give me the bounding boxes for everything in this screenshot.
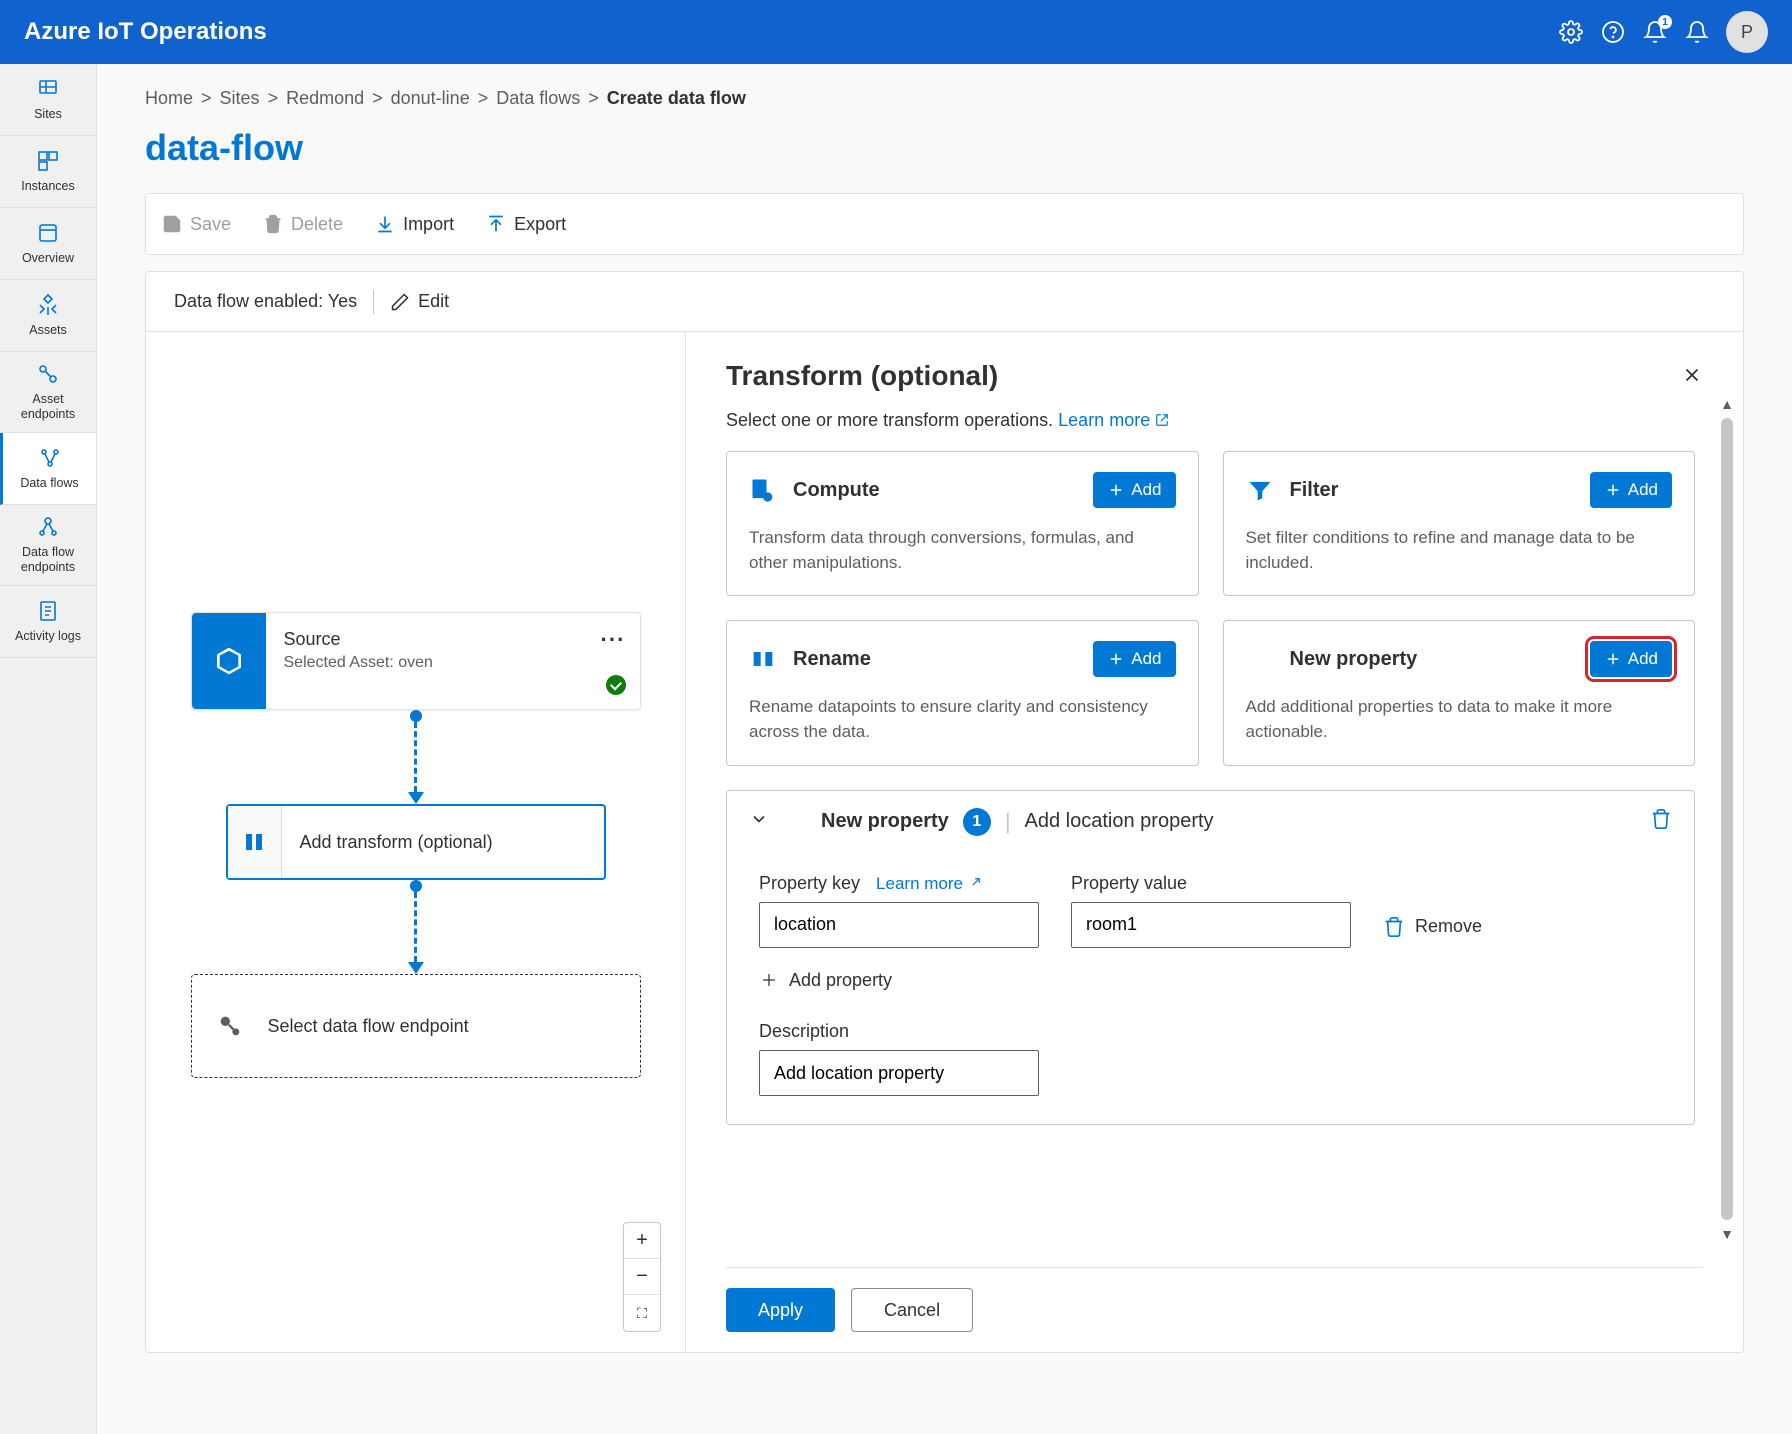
new-property-section: New property 1 | Add location property [726, 790, 1695, 1126]
cube-icon [192, 613, 266, 709]
endpoint-icon [216, 1012, 244, 1040]
scrollbar[interactable]: ▲ ▼ [1717, 396, 1737, 1242]
compute-icon [749, 476, 777, 504]
canvas-card: Data flow enabled: Yes Edit [145, 271, 1744, 1353]
endpoint-node[interactable]: Select data flow endpoint [191, 974, 641, 1078]
breadcrumb-home[interactable]: Home [145, 88, 193, 109]
delete-button: Delete [263, 214, 343, 235]
topbar: Azure IoT Operations 1 P [0, 0, 1792, 64]
zoom-out-button[interactable]: − [624, 1259, 660, 1295]
add-property-button[interactable]: Add property [759, 970, 892, 991]
settings-icon[interactable] [1550, 11, 1592, 53]
compute-card: Compute Add Transform data through conve… [726, 451, 1199, 596]
source-node[interactable]: Source Selected Asset: oven ··· [191, 612, 641, 710]
sidebar-item-activity-logs[interactable]: Activity logs [0, 586, 96, 658]
property-key-input[interactable] [759, 902, 1039, 948]
count-badge: 1 [963, 808, 991, 836]
description-label: Description [759, 1021, 1662, 1042]
transform-icon [228, 806, 282, 878]
connector [191, 880, 641, 974]
property-value-label: Property value [1071, 873, 1187, 894]
canvas-header: Data flow enabled: Yes Edit [146, 272, 1743, 332]
panel-footer: Apply Cancel [726, 1267, 1703, 1332]
breadcrumb-redmond[interactable]: Redmond [286, 88, 364, 109]
sidebar-item-asset-endpoints[interactable]: Asset endpoints [0, 352, 96, 433]
sidebar-item-assets[interactable]: Assets [0, 280, 96, 352]
breadcrumb-sites[interactable]: Sites [220, 88, 260, 109]
property-key-learn-link[interactable]: Learn more [876, 874, 981, 894]
property-value-input[interactable] [1071, 902, 1351, 948]
scroll-up-icon[interactable]: ▲ [1720, 396, 1734, 412]
save-button: Save [162, 214, 231, 235]
sidebar-item-overview[interactable]: Overview [0, 208, 96, 280]
app-title: Azure IoT Operations [24, 18, 267, 46]
main-content: Home> Sites> Redmond> donut-line> Data f… [97, 64, 1792, 1434]
new-property-header[interactable]: New property 1 | Add location property [727, 791, 1694, 853]
rename-icon [749, 645, 777, 673]
flow-canvas[interactable]: Source Selected Asset: oven ··· [146, 332, 686, 1352]
description-input[interactable] [759, 1050, 1039, 1096]
learn-more-link[interactable]: Learn more [1058, 410, 1169, 430]
export-button[interactable]: Export [486, 214, 566, 235]
rename-card: Rename Add Rename datapoints to ensure c… [726, 620, 1199, 765]
panel-description: Select one or more transform operations.… [726, 410, 1703, 431]
breadcrumb-data-flows[interactable]: Data flows [496, 88, 580, 109]
rename-add-button[interactable]: Add [1093, 641, 1175, 677]
new-property-card: New property Add Add additional properti… [1223, 620, 1696, 765]
page-title: data-flow [145, 127, 1744, 169]
filter-icon [1246, 476, 1274, 504]
sidebar-item-data-flow-endpoints[interactable]: Data flow endpoints [0, 505, 96, 586]
fit-button[interactable]: ⛶ [624, 1295, 660, 1331]
notifications-icon[interactable] [1676, 11, 1718, 53]
connector [191, 710, 641, 804]
new-property-icon [1246, 645, 1274, 673]
breadcrumb-current: Create data flow [607, 88, 746, 109]
apply-button[interactable]: Apply [726, 1288, 835, 1332]
command-bar: Save Delete Import Export [145, 193, 1744, 255]
alerts-badge: 1 [1658, 15, 1672, 29]
panel-title: Transform (optional) [726, 360, 998, 392]
import-button[interactable]: Import [375, 214, 454, 235]
transform-node[interactable]: Add transform (optional) [226, 804, 606, 880]
enabled-label: Data flow enabled: Yes [174, 291, 357, 312]
breadcrumb: Home> Sites> Redmond> donut-line> Data f… [145, 88, 1744, 109]
avatar[interactable]: P [1726, 11, 1768, 53]
alerts-icon[interactable]: 1 [1634, 11, 1676, 53]
sidebar-item-data-flows[interactable]: Data flows [0, 433, 96, 505]
new-property-add-button[interactable]: Add [1590, 641, 1672, 677]
scroll-down-icon[interactable]: ▼ [1720, 1226, 1734, 1242]
transform-panel: Transform (optional) Select one or more … [686, 332, 1743, 1352]
edit-button[interactable]: Edit [390, 291, 449, 312]
property-key-label: Property key [759, 873, 860, 894]
help-icon[interactable] [1592, 11, 1634, 53]
list-icon [783, 807, 807, 837]
more-icon[interactable]: ··· [601, 627, 626, 653]
chevron-down-icon[interactable] [749, 809, 769, 835]
delete-section-button[interactable] [1650, 808, 1672, 836]
check-icon [606, 675, 626, 695]
zoom-in-button[interactable]: + [624, 1223, 660, 1259]
sidebar-item-sites[interactable]: Sites [0, 64, 96, 136]
filter-card: Filter Add Set filter conditions to refi… [1223, 451, 1696, 596]
sidebar-item-instances[interactable]: Instances [0, 136, 96, 208]
zoom-controls: + − ⛶ [623, 1222, 661, 1332]
close-icon[interactable] [1681, 364, 1703, 389]
compute-add-button[interactable]: Add [1093, 472, 1175, 508]
cancel-button[interactable]: Cancel [851, 1288, 973, 1332]
source-title: Source [284, 629, 622, 650]
filter-add-button[interactable]: Add [1590, 472, 1672, 508]
remove-property-button[interactable]: Remove [1383, 916, 1482, 948]
breadcrumb-donut-line[interactable]: donut-line [391, 88, 470, 109]
sidebar: Sites Instances Overview Assets Asset en… [0, 64, 97, 1434]
source-subtitle: Selected Asset: oven [284, 654, 622, 672]
